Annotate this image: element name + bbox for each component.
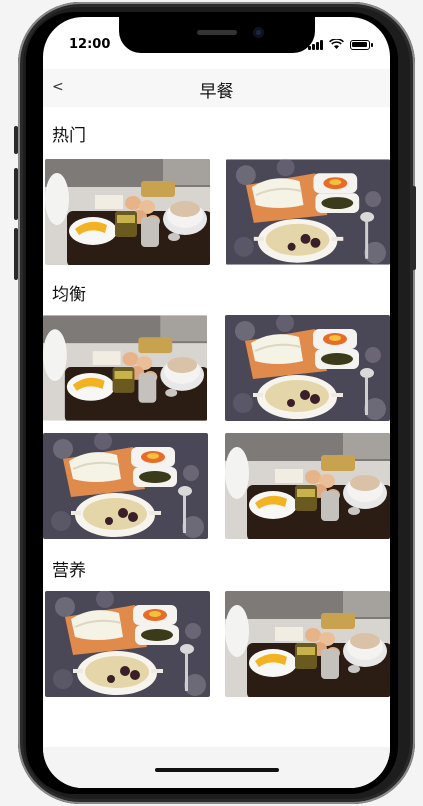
food-photo-buns-porridge[interactable] [225, 315, 390, 421]
home-indicator[interactable] [155, 768, 279, 772]
page-title: 早餐 [199, 82, 234, 102]
speaker-grille [197, 30, 237, 35]
section-title-balanced: 均衡 [52, 285, 86, 305]
power-button [412, 186, 416, 270]
volume-up-button [14, 168, 18, 220]
wifi-icon [329, 39, 344, 49]
status-icons [308, 39, 373, 50]
status-time: 12:00 [69, 37, 111, 52]
food-photo-buns-porridge[interactable] [45, 591, 210, 697]
food-photo-buns-porridge[interactable] [43, 433, 208, 539]
battery-icon [350, 40, 373, 50]
food-photo-tray-tea[interactable] [45, 159, 210, 265]
app-screen: 12:00 < 早餐 热门 均衡 营养 [43, 17, 390, 788]
section-title-nutrition: 营养 [52, 561, 86, 581]
volume-down-button [14, 228, 18, 280]
notch [119, 17, 315, 53]
mute-switch [14, 126, 18, 154]
food-photo-buns-porridge[interactable] [226, 159, 390, 265]
food-photo-tray-tea[interactable] [43, 315, 207, 421]
food-photo-tray-tea[interactable] [225, 433, 390, 539]
camera-icon [253, 27, 264, 38]
section-title-hot: 热门 [52, 126, 86, 146]
navigation-bar: < 早餐 [43, 69, 390, 107]
food-photo-tray-tea[interactable] [225, 591, 390, 697]
